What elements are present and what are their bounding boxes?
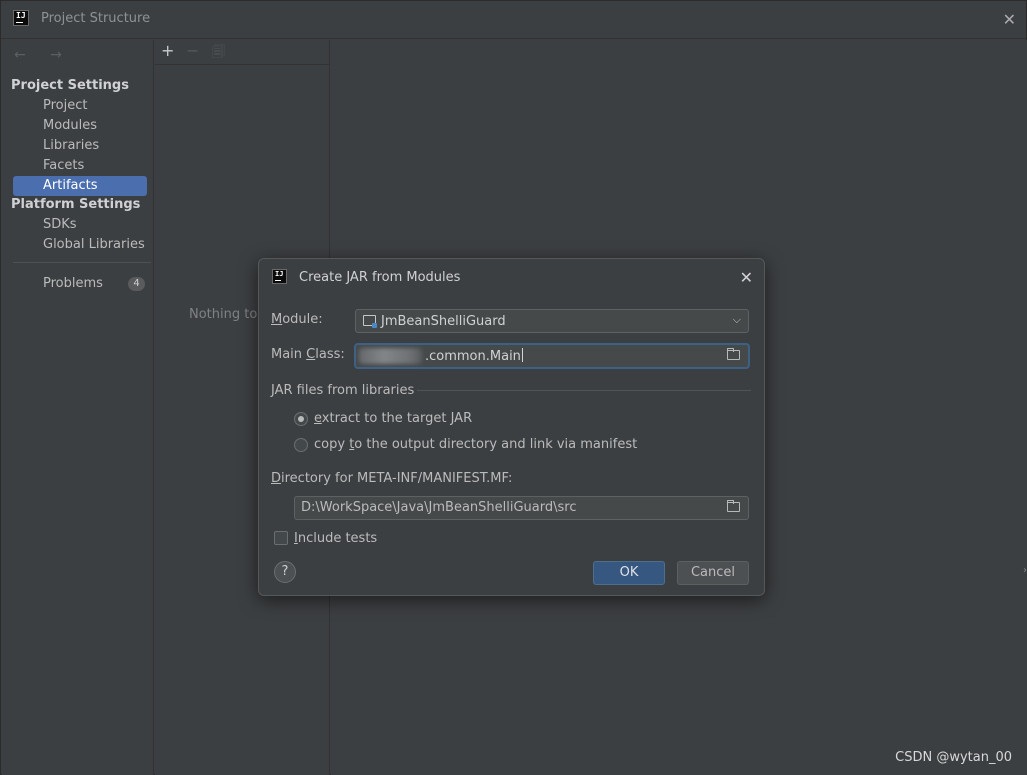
dialog-close-icon[interactable]: ✕ [740,268,753,287]
module-label: Module: [271,312,323,327]
text-caret [521,348,523,362]
sidebar-item-global-libraries[interactable]: Global Libraries [13,235,147,255]
copy-rest: o the output directory and link via mani… [354,437,638,452]
redacted-text [359,348,422,364]
project-settings-header: Project Settings [11,78,129,93]
sidebar-item-libraries[interactable]: Libraries [13,136,147,156]
manifest-dir-label: Directory for META-INF/MANIFEST.MF: [271,471,512,486]
sidebar-item-artifacts[interactable]: Artifacts [13,176,147,196]
main-class-label: Main Class: [271,347,345,362]
cancel-button[interactable]: Cancel [677,561,749,585]
chevron-down-icon[interactable]: ⌵ [733,313,741,327]
problems-count-badge: 4 [128,277,145,291]
back-forward-icon[interactable]: ← → [14,47,72,63]
extract-mnemonic: e [314,411,322,426]
main-class-input[interactable]: .common.Main [354,343,750,369]
ok-button[interactable]: OK [593,561,665,585]
dialog-title: Create JAR from Modules [299,270,461,285]
problems-label: Problems [43,276,103,291]
include-tests-rest: nclude tests [297,531,378,546]
manifest-dir-input[interactable]: D:\WorkSpace\Java\JmBeanShelliGuard\src [294,496,749,520]
browse-folder-icon[interactable] [727,348,740,360]
remove-icon[interactable]: − [186,42,199,60]
main-class-value: .common.Main [425,348,523,364]
window-title: Project Structure [41,11,151,26]
module-label-mnemonic: M [271,312,283,327]
extract-rest: xtract to the target JAR [321,411,473,426]
module-icon [363,315,377,328]
browse-folder-icon[interactable] [727,500,740,512]
logo-text: IJ [275,270,284,278]
extract-radio[interactable] [294,412,308,426]
intellij-logo-icon: IJ [272,269,287,284]
main-class-label-rest: lass: [315,347,345,362]
module-select[interactable]: JmBeanShelliGuard ⌵ [355,309,749,333]
main-class-value-text: .common.Main [425,349,521,364]
sidebar-item-problems[interactable]: Problems 4 [13,274,147,294]
manifest-mnemonic: D [271,471,282,486]
module-label-rest: odule: [282,312,323,327]
manifest-dir-value: D:\WorkSpace\Java\JmBeanShelliGuard\src [301,500,577,515]
artifacts-toolbar: + − 🗐 [155,40,329,65]
main-class-label-mnemonic: C [306,347,316,362]
intellij-logo-icon: IJ [13,10,29,26]
add-icon[interactable]: + [161,42,174,60]
sidebar: ← → Project Settings Project Modules Lib… [2,40,154,775]
create-jar-dialog: IJ Create JAR from Modules ✕ Module: JmB… [258,258,765,596]
include-tests-checkbox[interactable] [274,531,288,545]
logo-text: IJ [16,11,26,20]
sidebar-item-project[interactable]: Project [13,96,147,116]
platform-settings-header: Platform Settings [11,197,141,212]
sidebar-item-modules[interactable]: Modules [13,116,147,136]
copy-icon[interactable]: 🗐 [212,44,225,62]
module-value: JmBeanShelliGuard [381,314,506,329]
edge-scroll-handle: › [1023,565,1027,576]
sidebar-divider [13,262,151,263]
sidebar-item-facets[interactable]: Facets [13,156,147,176]
main-class-label-prefix: Main [271,347,307,362]
copy-radio[interactable] [294,438,308,452]
manifest-rest: irectory for META-INF/MANIFEST.MF: [281,471,513,486]
sidebar-item-sdks[interactable]: SDKs [13,215,147,235]
group-separator [417,390,751,391]
window-close-icon[interactable]: ✕ [1003,10,1016,29]
empty-list-text: Nothing to [189,307,258,322]
jar-files-group-label: JAR files from libraries [271,383,415,398]
watermark: CSDN @wytan_00 [895,750,1012,765]
title-bar: IJ Project Structure ✕ [1,1,1026,39]
copy-prefix: copy [314,437,350,452]
include-tests-label[interactable]: Include tests [294,531,377,546]
copy-radio-label[interactable]: copy to the output directory and link vi… [314,437,637,452]
extract-radio-label[interactable]: extract to the target JAR [314,411,472,426]
help-button[interactable]: ? [274,561,296,583]
